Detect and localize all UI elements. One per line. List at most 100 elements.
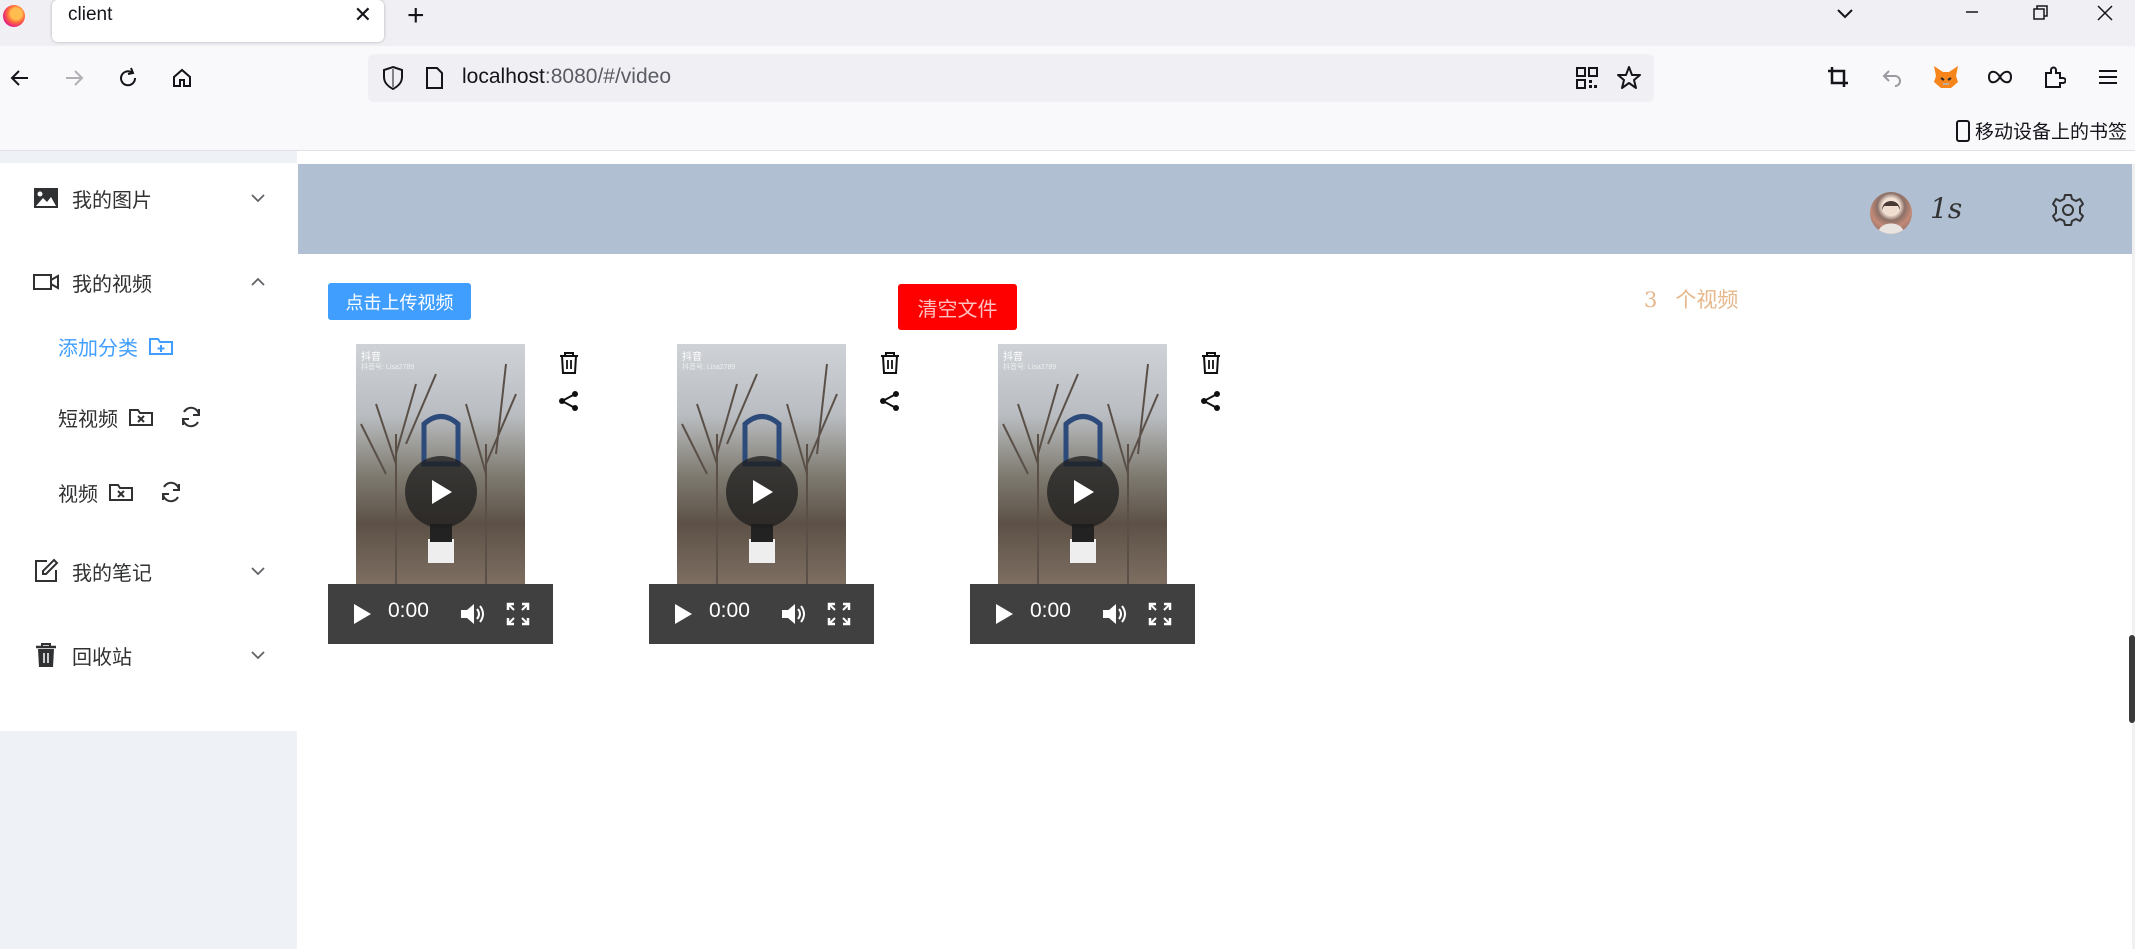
sidebar-item-my-images[interactable]: 我的图片 [0,170,297,226]
big-play-button[interactable] [405,456,477,528]
bookmarks-bar: 移动设备上的书签 [0,111,2135,151]
metamask-fox-icon[interactable] [1930,61,1962,93]
chevron-down-icon [251,567,265,576]
play-icon [1074,480,1094,504]
sidebar-item-recycle-bin[interactable]: 回收站 [0,627,297,683]
volume-icon[interactable] [459,598,487,630]
reload-icon[interactable] [110,60,146,96]
big-play-button[interactable] [726,456,798,528]
play-icon[interactable] [671,598,695,630]
main-header: 1s [298,164,2132,254]
submenu-label: 视频 [58,483,98,506]
fullscreen-icon[interactable] [826,598,852,630]
chevron-down-icon [251,651,265,660]
video-card: 抖音 抖音号: Lisa2789 0:00 [649,344,899,644]
video-card: 抖音 抖音号: Lisa2789 0:00 [328,344,578,644]
delete-icon[interactable] [556,350,582,376]
qr-code-icon[interactable] [1575,66,1599,95]
sidebar-menu: 我的图片 我的视频 添加分类 短视频 视频 我的笔记 回收站 [0,163,297,731]
big-play-button[interactable] [1047,456,1119,528]
submenu-label: 添加分类 [58,337,138,360]
video-thumbnail[interactable]: 抖音 抖音号: Lisa2789 [677,344,846,584]
video-thumbnail[interactable]: 抖音 抖音号: Lisa2789 [998,344,1167,584]
sidebar-item-my-notes[interactable]: 我的笔记 [0,543,297,599]
watermark-subtext: 抖音号: Lisa2789 [361,364,415,371]
scrollbar-thumb[interactable] [2129,635,2135,723]
home-icon[interactable] [164,60,200,96]
browser-nav-bar: localhost:8080/#/video [0,46,2135,111]
edit-icon [32,557,60,585]
submenu-add-category[interactable]: 添加分类 [58,326,174,366]
share-icon[interactable] [1198,388,1224,414]
crop-icon[interactable] [1822,61,1854,93]
video-time: 0:00 [1030,599,1071,622]
delete-icon[interactable] [877,350,903,376]
url-host: localhost [462,65,545,88]
firefox-logo-icon [3,5,25,27]
submenu-videos[interactable]: 视频 [58,472,184,512]
minimize-icon[interactable] [1962,2,1982,28]
refresh-icon[interactable] [178,404,204,430]
sidebar-item-my-videos[interactable]: 我的视频 [0,254,297,310]
video-count-label: 个视频 [1675,288,1739,312]
delete-icon[interactable] [1198,350,1224,376]
url-text: localhost:8080/#/video [462,65,671,89]
volume-icon[interactable] [1101,598,1129,630]
forward-arrow-icon[interactable] [56,60,92,96]
tab-close-icon[interactable]: ✕ [354,2,372,28]
bookmark-star-icon[interactable] [1616,65,1642,96]
mobile-device-icon [1955,119,1970,142]
fullscreen-icon[interactable] [505,598,531,630]
video-controls: 0:00 [649,584,874,644]
folder-delete-icon[interactable] [128,406,154,428]
username: 1s [1930,192,1963,225]
tab-title: client [68,4,113,25]
refresh-icon[interactable] [158,479,184,505]
tab-list-chevron-icon[interactable] [1834,2,1856,30]
play-icon[interactable] [350,598,374,630]
sidebar-item-label: 我的笔记 [72,562,152,585]
sidebar-item-label: 我的图片 [72,189,152,212]
video-camera-icon [32,268,60,296]
fullscreen-icon[interactable] [1147,598,1173,630]
close-window-icon[interactable] [2094,2,2116,30]
infinity-icon[interactable] [1984,61,2016,93]
shield-icon[interactable] [380,65,406,96]
folder-add-icon [149,338,173,355]
new-tab-button[interactable]: + [407,0,425,33]
watermark-subtext: 抖音号: Lisa2789 [1003,364,1057,371]
undo-icon[interactable] [1876,61,1908,93]
upload-video-button[interactable]: 点击上传视频 [328,283,471,320]
trash-icon [32,641,60,669]
avatar[interactable] [1870,192,1912,234]
watermark-subtext: 抖音号: Lisa2789 [682,364,736,371]
folder-delete-icon[interactable] [108,481,134,503]
hamburger-menu-icon[interactable] [2092,61,2124,93]
video-count-number: 3 [1644,288,1658,312]
gear-icon[interactable] [2050,192,2086,228]
sidebar: 我的图片 我的视频 添加分类 短视频 视频 我的笔记 回收站 [0,151,297,949]
video-controls: 0:00 [328,584,553,644]
extensions-icon[interactable] [2038,61,2070,93]
url-bar[interactable]: localhost:8080/#/video [368,54,1654,102]
share-icon[interactable] [877,388,903,414]
video-count: 3 个视频 [1644,284,1738,314]
back-arrow-icon[interactable] [2,60,38,96]
play-icon[interactable] [992,598,1016,630]
url-path: :8080/#/video [544,65,671,88]
volume-icon[interactable] [780,598,808,630]
video-controls: 0:00 [970,584,1195,644]
video-thumbnail[interactable]: 抖音 抖音号: Lisa2789 [356,344,525,584]
clear-files-button[interactable]: 清空文件 [898,284,1017,330]
video-card: 抖音 抖音号: Lisa2789 0:00 [970,344,1220,644]
watermark-text: 抖音 [1003,352,1023,363]
mobile-bookmarks[interactable]: 移动设备上的书签 [1955,117,2127,144]
chevron-up-icon [251,277,265,286]
page: 我的图片 我的视频 添加分类 短视频 视频 我的笔记 回收站 1s 点击上传视频… [0,151,2135,949]
share-icon[interactable] [556,388,582,414]
watermark-text: 抖音 [361,352,381,363]
browser-tab[interactable]: client ✕ [52,0,384,42]
page-info-icon[interactable] [424,67,444,94]
restore-icon[interactable] [2030,3,2050,29]
submenu-short-videos[interactable]: 短视频 [58,397,204,437]
